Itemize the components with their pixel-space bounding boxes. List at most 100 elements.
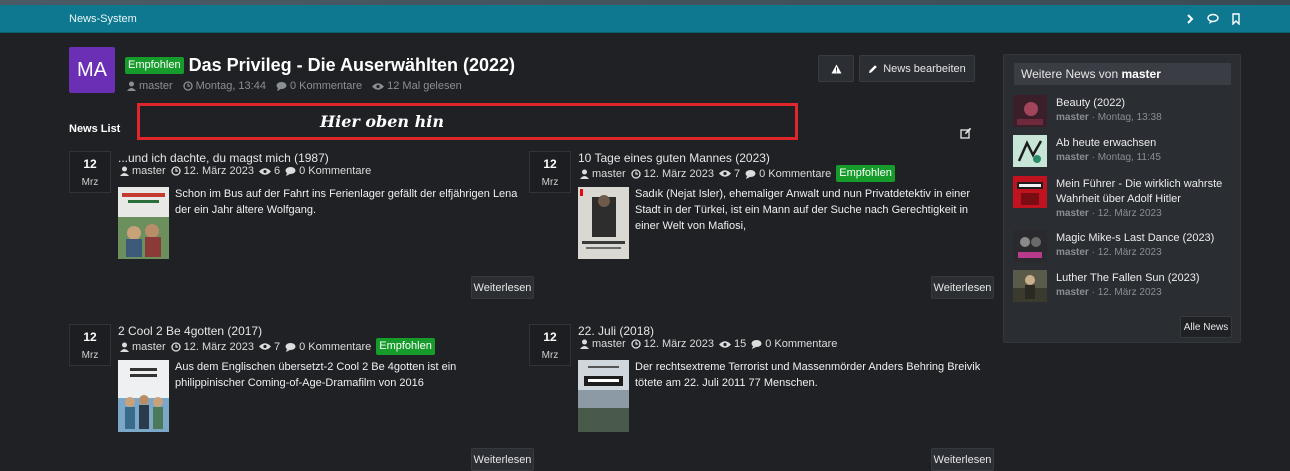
all-news-button[interactable]: Alle News	[1180, 316, 1232, 338]
sidebar-item-author[interactable]: master	[1056, 247, 1089, 258]
author-name[interactable]: master	[132, 165, 166, 177]
news-list-heading: News List	[69, 123, 121, 135]
sidebar-item-author[interactable]: master	[1056, 287, 1089, 298]
news-title-link[interactable]: 2 Cool 2 Be 4gotten (2017)	[118, 324, 262, 338]
chevron-right-icon[interactable]	[1184, 12, 1196, 24]
news-title-link[interactable]: 22. Juli (2018)	[578, 324, 654, 338]
comments-icon	[751, 340, 762, 349]
report-button[interactable]	[818, 55, 854, 82]
news-card: 12 Mrz ...und ich dachte, du magst mich …	[69, 151, 534, 311]
author-name[interactable]: master	[139, 80, 173, 92]
news-poster[interactable]	[578, 360, 629, 432]
comments-icon	[276, 82, 287, 91]
sidebar-news-item[interactable]: Ab heute erwachsen master · Montag, 11:4…	[1013, 135, 1238, 167]
edit-icon[interactable]	[960, 126, 972, 139]
bookmark-icon[interactable]	[1230, 12, 1242, 26]
sidebar-item-author[interactable]: master	[1056, 112, 1089, 123]
sidebar-news-item[interactable]: Mein Führer - Die wirklich wahrste Wahrh…	[1013, 176, 1238, 219]
article-header: Empfohlen Das Privileg - Die Auserwählte…	[125, 55, 515, 76]
meta-comments[interactable]: 0 Kommentare	[276, 80, 362, 92]
date-month: Mrz	[81, 177, 99, 188]
comments-count[interactable]: 0 Kommentare	[759, 168, 831, 180]
sidebar-thumbnail[interactable]	[1013, 230, 1047, 262]
news-meta: master 12. März 2023 7 0 Kommentare Empf…	[580, 165, 895, 182]
comments-icon[interactable]	[1207, 12, 1219, 24]
article-date: Montag, 13:44	[195, 80, 266, 92]
navbar: News-System	[0, 5, 1290, 33]
sidebar-item-date: Montag, 13:38	[1097, 112, 1162, 123]
eye-icon	[258, 167, 271, 175]
sidebar-news-item[interactable]: Beauty (2022) master · Montag, 13:38	[1013, 95, 1238, 127]
read-more-button[interactable]: Weiterlesen	[931, 448, 994, 471]
annotation-text: Hier oben hin	[320, 112, 444, 131]
meta-author[interactable]: master	[127, 80, 173, 92]
sidebar-item-title[interactable]: Magic Mike-s Last Dance (2023)	[1056, 231, 1236, 246]
sidebar-item-author[interactable]: master	[1056, 208, 1089, 219]
news-description: Sadık (Nejat Isler), ehemaliger Anwalt u…	[635, 188, 971, 232]
clock-icon	[182, 81, 193, 91]
date-month: Mrz	[541, 177, 559, 188]
date-box: 12 Mrz	[529, 151, 571, 193]
news-meta: master 12. März 2023 15 0 Kommentare	[580, 338, 837, 350]
sidebar-news-item[interactable]: Magic Mike-s Last Dance (2023) master · …	[1013, 230, 1238, 262]
sidebar-item-meta: master · Montag, 11:45	[1056, 152, 1161, 163]
sidebar-item-author[interactable]: master	[1056, 152, 1089, 163]
author-name[interactable]: master	[592, 338, 626, 350]
date-day: 12	[83, 157, 97, 171]
date-box: 12 Mrz	[69, 151, 111, 193]
user-icon	[580, 169, 589, 179]
sidebar-item-title[interactable]: Ab heute erwachsen	[1056, 136, 1236, 151]
recommended-badge: Empfohlen	[125, 57, 184, 74]
comments-icon	[285, 167, 296, 176]
read-more-button[interactable]: Weiterlesen	[931, 276, 994, 299]
date-day: 12	[83, 330, 97, 344]
sidebar-item-title[interactable]: Beauty (2022)	[1056, 96, 1236, 111]
avatar-initials: MA	[77, 58, 107, 81]
sidebar-item-meta: master · 12. März 2023	[1056, 287, 1162, 298]
views-count: 7	[733, 167, 741, 180]
sidebar-heading-prefix: Weitere News von	[1021, 67, 1119, 81]
read-more-button[interactable]: Weiterlesen	[471, 276, 534, 299]
news-title-link[interactable]: ...und ich dachte, du magst mich (1987)	[118, 151, 329, 165]
sidebar-heading-user[interactable]: master	[1122, 67, 1161, 81]
sidebar-thumbnail[interactable]	[1013, 176, 1047, 208]
date-day: 12	[543, 330, 557, 344]
brand-link[interactable]: News-System	[69, 13, 137, 25]
comments-count[interactable]: 0 Kommentare	[290, 80, 362, 92]
comments-count[interactable]: 0 Kommentare	[765, 338, 837, 350]
date-day: 12	[543, 157, 557, 171]
news-poster[interactable]	[578, 187, 629, 259]
news-date: 12. März 2023	[183, 165, 254, 177]
news-poster[interactable]	[118, 187, 169, 259]
avatar[interactable]: MA	[69, 47, 115, 93]
sidebar-news-item[interactable]: Luther The Fallen Sun (2023) master · 12…	[1013, 270, 1238, 302]
news-poster[interactable]	[118, 360, 169, 432]
edit-news-button[interactable]: News bearbeiten	[859, 55, 975, 82]
sidebar-item-date: 12. März 2023	[1097, 208, 1162, 219]
news-date: 12. März 2023	[643, 167, 714, 180]
eye-icon	[718, 170, 731, 177]
sidebar-item-meta: master · 12. März 2023	[1056, 247, 1162, 258]
read-more-button[interactable]: Weiterlesen	[471, 448, 534, 471]
sidebar-thumbnail[interactable]	[1013, 135, 1047, 167]
annotation-box: Hier oben hin	[137, 103, 798, 140]
sidebar-item-date: 12. März 2023	[1097, 247, 1162, 258]
warning-icon	[831, 64, 841, 73]
comments-count[interactable]: 0 Kommentare	[299, 165, 371, 177]
author-name[interactable]: master	[592, 168, 626, 180]
date-month: Mrz	[81, 350, 99, 361]
news-card: 12 Mrz 10 Tage eines guten Mannes (2023)…	[529, 151, 994, 311]
author-name[interactable]: master	[132, 341, 166, 353]
sidebar-item-title[interactable]: Luther The Fallen Sun (2023)	[1056, 271, 1236, 286]
sidebar-item-title[interactable]: Mein Führer - Die wirklich wahrste Wahrh…	[1056, 177, 1236, 207]
comments-count[interactable]: 0 Kommentare	[299, 341, 371, 353]
news-title-link[interactable]: 10 Tage eines guten Mannes (2023)	[578, 151, 770, 165]
eye-icon	[258, 343, 271, 350]
clock-icon	[630, 339, 641, 349]
news-card: 12 Mrz 22. Juli (2018) master 12. März 2…	[529, 324, 994, 471]
sidebar-item-date: Montag, 11:45	[1097, 152, 1161, 163]
sidebar-thumbnail[interactable]	[1013, 270, 1047, 302]
sidebar-item-date: 12. März 2023	[1097, 287, 1162, 298]
recommended-badge: Empfohlen	[376, 338, 435, 355]
sidebar-thumbnail[interactable]	[1013, 95, 1047, 127]
